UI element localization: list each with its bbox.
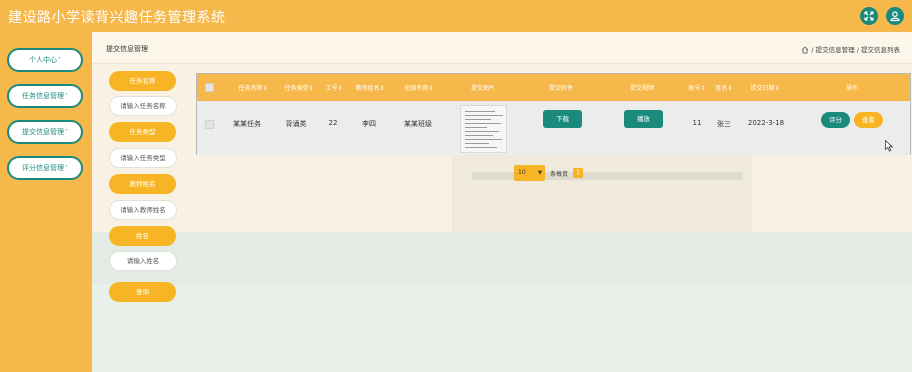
cell-task-name: 某某任务 <box>233 120 261 128</box>
play-button[interactable]: 播放 <box>624 110 663 128</box>
breadcrumb-path: / 提交信息管理 / 提交信息列表 <box>811 46 900 54</box>
query-button[interactable]: 查询 <box>109 282 176 302</box>
select-all-checkbox[interactable] <box>205 83 214 92</box>
col-header: 提交附件 <box>548 85 574 92</box>
teacher-name-label: 教师姓名 <box>109 174 176 194</box>
cell-name: 张三 <box>717 120 731 128</box>
cell-task-type: 背诵类 <box>285 120 307 128</box>
col-header[interactable]: 账号⇕ <box>688 83 705 92</box>
col-header: 操作 <box>845 85 859 92</box>
col-header: 提交视频 <box>629 85 655 92</box>
cell-job-no: 22 <box>328 119 338 127</box>
chevron-down-icon: ˅ <box>65 129 68 136</box>
cell-date: 2022-3-18 <box>747 119 785 127</box>
col-header[interactable]: 姓名⇕ <box>715 83 732 92</box>
name-input[interactable]: 请输入姓名 <box>109 251 177 271</box>
sidebar-item-submission-info[interactable]: 提交信息管理˅ <box>7 120 83 144</box>
task-type-input[interactable]: 请输入任务类型 <box>109 148 177 168</box>
score-button[interactable]: 评分 <box>821 112 850 128</box>
task-name-label: 任务名称 <box>109 71 176 91</box>
chevron-down-icon: ▼ <box>538 170 542 176</box>
chevron-down-icon: ˅ <box>58 57 61 64</box>
col-header[interactable]: 任务类型⇕ <box>284 83 313 92</box>
view-button[interactable]: 查看 <box>854 112 883 128</box>
sidebar-item-task-info[interactable]: 任务信息管理˅ <box>7 84 83 108</box>
col-header: 提交图片 <box>470 85 496 92</box>
app-title: 建设路小学读背兴趣任务管理系统 <box>8 10 226 26</box>
page-size-value: 10 <box>518 169 526 176</box>
col-header[interactable]: 工号⇕ <box>325 83 342 92</box>
per-page-label: 条每页 <box>550 171 569 178</box>
sidebar-item-personal-center[interactable]: 个人中心˅ <box>7 48 83 72</box>
top-header: 建设路小学读背兴趣任务管理系统 <box>0 0 912 32</box>
sidebar-item-label: 提交信息管理 <box>22 128 64 136</box>
table-row: 某某任务 背诵类 22 李四 某某班级 下载 播放 11 张三 2022-3-1… <box>197 101 910 155</box>
sidebar-item-label: 个人中心 <box>29 56 57 64</box>
main-content: 提交信息管理 / 提交信息管理 / 提交信息列表 任务名称 请输入任务名称 任务… <box>92 32 912 372</box>
breadcrumb: / 提交信息管理 / 提交信息列表 <box>801 44 900 54</box>
table-header: 任务名称⇕ 任务类型⇕ 工号⇕ 教师姓名⇕ 班级名称⇕ 提交图片 提交附件 提交… <box>197 74 910 101</box>
page-size-select[interactable]: 10 ▼ <box>514 165 545 181</box>
chevron-down-icon: ˅ <box>65 93 68 100</box>
home-icon[interactable] <box>801 46 809 54</box>
col-header[interactable]: 任务名称⇕ <box>238 83 267 92</box>
page-title: 提交信息管理 <box>106 45 148 53</box>
download-button[interactable]: 下载 <box>543 110 582 128</box>
sidebar-item-label: 评分信息管理 <box>22 164 64 172</box>
breadcrumb-bar: 提交信息管理 / 提交信息管理 / 提交信息列表 <box>92 32 912 64</box>
task-type-label: 任务类型 <box>109 122 176 142</box>
task-name-input[interactable]: 请输入任务名称 <box>109 96 177 116</box>
cell-class-name: 某某班级 <box>404 120 432 128</box>
col-header[interactable]: 班级名称⇕ <box>404 83 433 92</box>
chevron-down-icon: ˅ <box>65 165 68 172</box>
cell-teacher: 李四 <box>362 120 376 128</box>
col-header[interactable]: 提交日期⇕ <box>750 83 779 92</box>
sidebar-item-score-info[interactable]: 评分信息管理˅ <box>7 156 83 180</box>
expand-icon[interactable] <box>860 7 878 25</box>
user-icon[interactable] <box>886 7 904 25</box>
teacher-name-input[interactable]: 请输入教师姓名 <box>109 200 177 220</box>
name-label: 姓名 <box>109 226 176 246</box>
sidebar-item-label: 任务信息管理 <box>22 92 64 100</box>
cell-account: 11 <box>692 119 702 127</box>
submission-image-thumbnail[interactable] <box>460 105 507 153</box>
sidebar: 个人中心˅ 任务信息管理˅ 提交信息管理˅ 评分信息管理˅ <box>0 32 92 372</box>
col-header[interactable]: 教师姓名⇕ <box>355 83 384 92</box>
submission-table: 任务名称⇕ 任务类型⇕ 工号⇕ 教师姓名⇕ 班级名称⇕ 提交图片 提交附件 提交… <box>196 73 911 155</box>
page-number-current[interactable]: 1 <box>573 168 583 178</box>
row-checkbox[interactable] <box>205 120 214 129</box>
mouse-cursor-icon <box>885 140 893 152</box>
